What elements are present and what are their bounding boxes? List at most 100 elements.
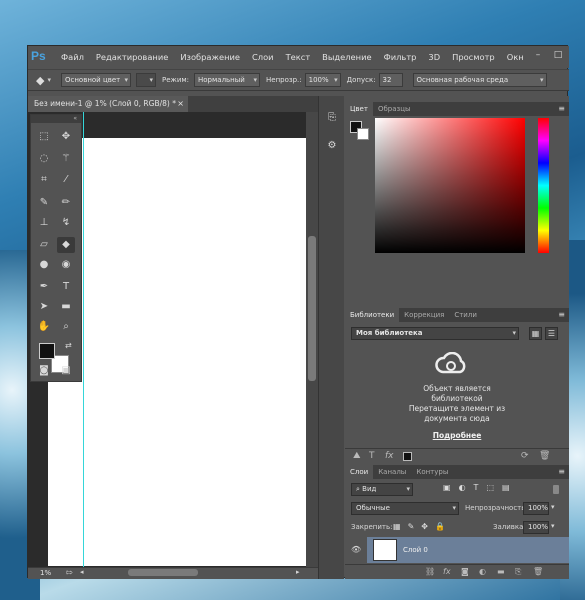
trash-icon[interactable]: 🗑 [539,451,550,461]
layer-kind-filter[interactable]: ⌕ Вид [351,483,413,496]
menu-layer[interactable]: Слои [252,52,274,62]
properties-panel-icon[interactable]: ⚙ [323,138,341,154]
menu-window[interactable]: Окн [507,52,524,62]
menu-3d[interactable]: 3D [428,52,440,62]
tab-swatches[interactable]: Образцы [373,102,416,116]
scroll-right-icon[interactable]: ▸ [296,568,300,576]
filter-smart-icon[interactable]: ▤ [502,483,518,492]
fx-icon[interactable]: fx [385,451,394,461]
libraries-menu-icon[interactable]: ≡ [558,308,565,322]
document-canvas[interactable] [48,138,306,566]
magic-wand-icon[interactable]: ⚚ [57,151,75,167]
layer-name[interactable]: Слой 0 [403,546,428,554]
marquee-tool-icon[interactable]: ⬚ [35,129,53,145]
paint-bucket-icon[interactable]: ◆ [57,237,75,253]
eraser-tool-icon[interactable]: ▱ [35,237,53,253]
pen-tool-icon[interactable]: ✒ [35,279,53,295]
menu-view[interactable]: Просмотр [452,52,495,62]
screen-mode-icon[interactable]: ▣ [57,363,75,379]
sync-icon[interactable]: ⟳ [521,451,529,461]
path-select-icon[interactable]: ➤ [35,299,53,315]
grid-view-icon[interactable]: ▦ [529,327,542,340]
minimize-button[interactable]: – [531,49,545,61]
status-arrow-icon[interactable]: ⇰ [66,568,73,577]
filter-type-icon[interactable]: T [474,483,487,492]
blur-tool-icon[interactable]: ● [35,257,53,273]
preset-caret-icon[interactable]: ▾ [47,76,51,84]
filter-adjust-icon[interactable]: ◐ [459,483,474,492]
tab-layers[interactable]: Слои [345,465,374,479]
toolbox-header[interactable]: « [31,115,81,123]
pattern-select[interactable] [135,73,156,87]
link-layers-icon[interactable]: ⛓ [425,567,435,576]
quick-mask-icon[interactable]: ◙ [35,363,53,379]
layers-menu-icon[interactable]: ≡ [558,465,565,479]
menu-select[interactable]: Выделение [322,52,371,62]
stamp-tool-icon[interactable]: ⊥ [35,215,53,231]
tab-color[interactable]: Цвет [345,102,373,116]
filter-toggle[interactable] [553,485,559,494]
list-view-icon[interactable]: ☰ [545,327,558,340]
paint-bucket-preset-icon[interactable]: ◆ [36,74,44,87]
opacity-caret-icon[interactable]: ▾ [551,503,555,511]
history-brush-icon[interactable]: ↯ [57,215,75,231]
guide-line[interactable] [83,112,84,567]
swap-colors-icon[interactable]: ⇄ [65,341,72,350]
opacity-input[interactable]: 100% [304,73,341,87]
zoom-tool-icon[interactable]: ⌕ [57,319,75,335]
maximize-button[interactable]: □ [551,49,565,61]
workspace-select[interactable]: Основная рабочая среда [412,73,547,87]
fill-input[interactable]: 100% [523,521,549,534]
tab-libraries[interactable]: Библиотеки [345,308,400,322]
hue-slider[interactable] [538,118,549,253]
type-tool-icon[interactable]: T [57,279,75,295]
tab-paths[interactable]: Контуры [411,465,453,479]
tolerance-input[interactable]: 32 [378,73,403,87]
new-group-icon[interactable]: ▬ [497,567,505,576]
document-tab[interactable]: Без имени-1 @ 1% (Слой 0, RGB/8) * × [28,96,188,112]
lock-all-icon[interactable]: 🔒 [435,522,452,531]
zoom-level[interactable]: 1% [40,569,51,577]
more-info-link[interactable]: Подробнее [365,431,549,440]
foreground-color-swatch[interactable] [39,343,55,359]
layer-row[interactable] [367,537,569,563]
color-bg-swatch[interactable] [357,128,369,140]
lock-transparent-icon[interactable]: ▦ [393,522,408,531]
history-panel-icon[interactable]: ⎘ [323,110,341,126]
layer-opacity-input[interactable]: 100% [523,502,549,515]
layer-style-icon[interactable]: fx [443,567,451,576]
horizontal-scroll-thumb[interactable] [128,569,198,576]
lock-pixels-icon[interactable]: ✎ [408,522,422,531]
adjustment-layer-icon[interactable]: ◐ [479,567,486,576]
healing-brush-icon[interactable]: ✎ [35,195,53,211]
fill-caret-icon[interactable]: ▾ [551,522,555,530]
fill-source-select[interactable]: Основной цвет [60,73,131,87]
filter-shape-icon[interactable]: ⬚ [486,483,502,492]
hand-tool-icon[interactable]: ✋ [35,319,53,335]
blend-mode-select[interactable]: Обычные [351,502,459,515]
library-select[interactable]: Моя библиотека [351,327,519,340]
menu-filter[interactable]: Фильтр [384,52,417,62]
tab-channels[interactable]: Каналы [373,465,411,479]
delete-layer-icon[interactable]: 🗑 [533,567,543,576]
menu-type[interactable]: Текст [286,52,311,62]
scroll-left-icon[interactable]: ◂ [80,568,84,576]
mode-select[interactable]: Нормальный [194,73,261,87]
tab-adjustments[interactable]: Коррекция [399,308,449,322]
new-layer-icon[interactable]: ⎘ [515,567,521,577]
vertical-scroll-thumb[interactable] [308,236,316,381]
layer-visibility-icon[interactable]: 👁 [351,545,361,554]
shape-tool-icon[interactable]: ▬ [57,299,75,315]
graphic-icon[interactable]: ⛰ [353,451,361,461]
document-tab-close-icon[interactable]: × [177,96,184,112]
eyedropper-icon[interactable]: ⁄ [57,172,75,188]
add-mask-icon[interactable]: ◙ [461,567,469,576]
dodge-tool-icon[interactable]: ◉ [57,257,75,273]
menu-image[interactable]: Изображение [180,52,240,62]
menu-edit[interactable]: Редактирование [96,52,168,62]
color-add-icon[interactable] [403,452,412,461]
menu-file[interactable]: Файл [61,52,84,62]
move-tool-icon[interactable]: ✥ [57,129,75,145]
color-spectrum[interactable] [375,118,525,253]
lasso-tool-icon[interactable]: ◌ [35,151,53,167]
